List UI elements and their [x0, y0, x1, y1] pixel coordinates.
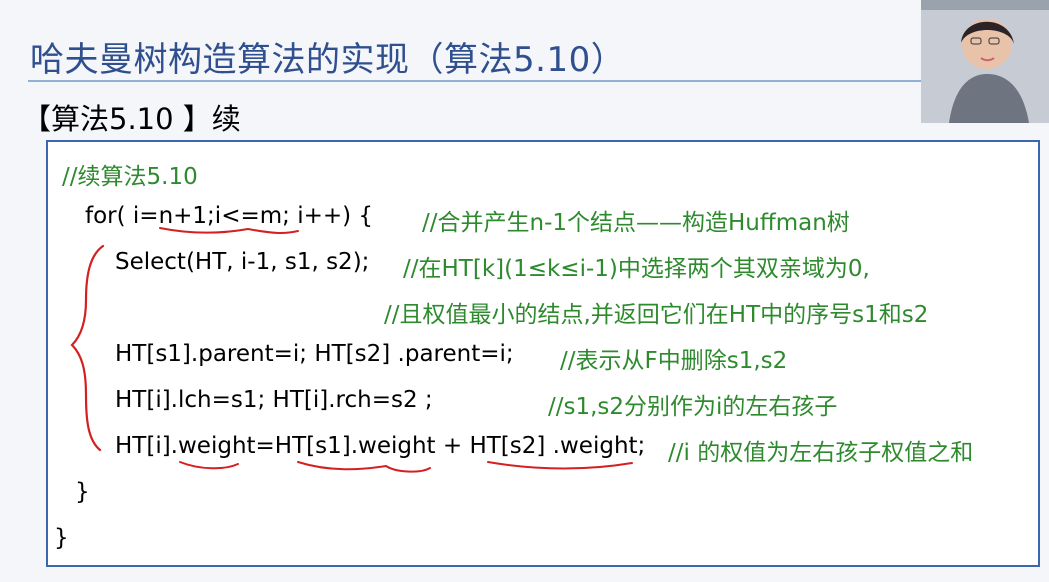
code-text: }: [54, 525, 69, 551]
code-comment: //续算法5.10: [62, 164, 198, 190]
webcam-overlay: [921, 0, 1049, 123]
code-line-7: HT[i].weight=HT[s1].weight + HT[s2] .wei…: [115, 433, 645, 459]
code-line-1: //续算法5.10: [62, 157, 198, 191]
code-line-5: HT[s1].parent=i; HT[s2] .parent=i;: [115, 341, 514, 367]
code-comment-5: //表示从F中删除s1,s2: [560, 348, 788, 374]
code-comment-4: //且权值最小的结点,并返回它们在HT中的序号s1和s2: [384, 302, 929, 328]
slide-title: 哈夫曼树构造算法的实现（算法5.10）: [30, 40, 626, 80]
code-text: HT[i].lch=s1; HT[i].rch=s2 ;: [115, 387, 433, 413]
code-comment-3: //在HT[k](1≤k≤i-1)中选择两个其双亲域为0,: [403, 256, 870, 282]
code-text: Select(HT, i-1, s1, s2);: [115, 249, 370, 275]
code-line-9: }: [54, 525, 69, 551]
slide-subtitle: 【算法5.10 】续: [22, 102, 241, 136]
code-line-2: for( i=n+1;i<=m; i++) {: [85, 203, 373, 229]
code-comment-7: //i 的权值为左右孩子权值之和: [668, 440, 974, 466]
presenter-video-icon: [921, 0, 1049, 123]
code-text: }: [75, 479, 90, 505]
code-comment-2: //合并产生n-1个结点——构造Huffman树: [422, 210, 850, 236]
code-text: for( i=n+1;i<=m; i++) {: [85, 203, 374, 229]
code-line-8: }: [75, 479, 90, 505]
title-divider: [28, 80, 923, 82]
code-text: HT[s1].parent=i; HT[s2] .parent=i;: [115, 341, 514, 367]
code-text: HT[i].weight=HT[s1].weight + HT[s2] .wei…: [115, 433, 646, 459]
code-line-6: HT[i].lch=s1; HT[i].rch=s2 ;: [115, 387, 433, 413]
code-comment-6: //s1,s2分别作为i的左右孩子: [548, 394, 838, 420]
code-line-3: Select(HT, i-1, s1, s2);: [115, 249, 369, 275]
